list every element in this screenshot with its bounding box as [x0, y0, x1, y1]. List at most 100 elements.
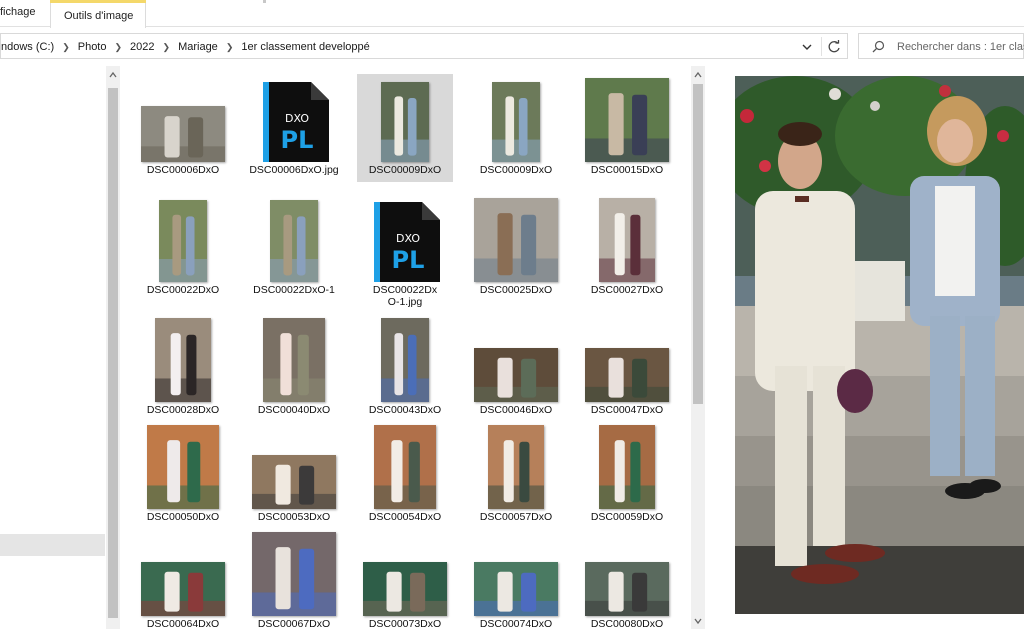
file-item[interactable]: DSC00009DxO — [357, 74, 453, 182]
file-name: DSC00022DxO — [146, 284, 220, 296]
nav-scroll-thumb[interactable] — [108, 88, 118, 618]
file-item[interactable]: DSC00025DxO — [468, 194, 564, 300]
file-item[interactable]: DSC00067DxO — [246, 528, 342, 629]
file-thumbnail — [468, 194, 564, 284]
scroll-up-icon[interactable] — [693, 70, 703, 80]
photo-thumbnail — [492, 82, 540, 162]
search-box[interactable]: Rechercher dans : 1er class — [858, 33, 1024, 59]
grid-scroll-thumb[interactable] — [693, 84, 703, 404]
file-item[interactable]: DSC00028DxO — [135, 314, 231, 420]
file-name: DSC00043DxO — [368, 404, 442, 416]
file-thumbnail — [579, 74, 675, 164]
file-name: DSC00022DxO-1 — [253, 284, 335, 296]
file-item[interactable]: DSC00047DxO — [579, 314, 675, 420]
file-item[interactable]: DSC00046DxO — [468, 314, 564, 420]
photo-thumbnail-image — [155, 318, 211, 402]
ribbon-tab-bar: fichage Outils d'image — [0, 0, 1024, 28]
photo-thumbnail-image — [474, 562, 558, 616]
photo-thumbnail — [374, 425, 436, 509]
file-name: DSC00025DxO — [479, 284, 553, 296]
nav-selected-item[interactable] — [0, 534, 105, 556]
photo-thumbnail — [474, 198, 558, 282]
chevron-right-icon[interactable]: ❯ — [163, 42, 171, 53]
preview-pane — [735, 76, 1024, 614]
file-item[interactable]: DSC00074DxO — [468, 528, 564, 629]
file-thumbnail: DXO PL — [246, 74, 342, 164]
grid-scrollbar[interactable] — [691, 66, 705, 629]
file-name: DSC00022DxO-1.jpg — [372, 284, 438, 308]
file-thumbnail — [135, 194, 231, 284]
photo-thumbnail — [147, 425, 219, 509]
file-name: DSC00053DxO — [257, 511, 331, 523]
photo-thumbnail — [585, 562, 669, 616]
search-input[interactable]: Rechercher dans : 1er class — [897, 41, 1024, 53]
refresh-icon[interactable] — [825, 38, 843, 56]
file-item[interactable]: DSC00073DxO — [357, 528, 453, 629]
breadcrumb-2022[interactable]: 2022 — [130, 41, 154, 53]
file-item[interactable]: DSC00022DxO — [135, 194, 231, 300]
file-item[interactable]: DXO PL DSC00022DxO-1.jpg — [357, 194, 453, 312]
photo-thumbnail — [252, 532, 336, 616]
photo-thumbnail-image — [474, 198, 558, 282]
file-name: DSC00080DxO — [590, 618, 664, 629]
photo-thumbnail-image — [263, 318, 325, 402]
file-item[interactable]: DSC00053DxO — [246, 421, 342, 527]
file-item[interactable]: DSC00059DxO — [579, 421, 675, 527]
file-item[interactable]: DSC00027DxO — [579, 194, 675, 300]
file-name: DSC00006DxO.jpg — [249, 164, 339, 176]
tab-outils-image[interactable]: Outils d'image — [50, 0, 146, 28]
file-thumbnail — [357, 528, 453, 618]
photo-thumbnail — [474, 348, 558, 402]
file-thumbnail — [135, 314, 231, 404]
scroll-down-icon[interactable] — [693, 616, 703, 626]
dxo-photolab-file-icon: DXOPL — [263, 82, 329, 162]
photo-thumbnail — [141, 106, 225, 162]
file-item[interactable]: DSC00080DxO — [579, 528, 675, 629]
address-bar[interactable]: ndows (C:) ❯ Photo ❯ 2022 ❯ Mariage ❯ 1e… — [0, 33, 848, 59]
chevron-right-icon[interactable]: ❯ — [226, 42, 234, 53]
breadcrumb-drive[interactable]: ndows (C:) — [1, 41, 54, 53]
photo-thumbnail — [381, 82, 429, 162]
file-item[interactable]: DSC00040DxO — [246, 314, 342, 420]
nav-scrollbar[interactable] — [106, 66, 120, 629]
chevron-right-icon[interactable]: ❯ — [62, 42, 70, 53]
file-item[interactable]: DSC00043DxO — [357, 314, 453, 420]
file-item[interactable]: DSC00015DxO — [579, 74, 675, 180]
file-item[interactable]: DSC00050DxO — [135, 421, 231, 527]
file-thumbnail — [579, 194, 675, 284]
file-thumbnail: DXO PL — [357, 194, 453, 284]
file-name: DSC00073DxO — [368, 618, 442, 629]
photo-thumbnail — [141, 562, 225, 616]
photo-thumbnail — [474, 562, 558, 616]
address-divider — [821, 37, 822, 56]
breadcrumb-current-folder[interactable]: 1er classement developpé — [241, 41, 369, 53]
file-name: DSC00067DxO — [257, 618, 331, 629]
photo-thumbnail — [599, 198, 655, 282]
file-thumbnail — [135, 421, 231, 511]
file-item[interactable]: DXO PL DSC00006DxO.jpg — [246, 74, 342, 180]
photo-thumbnail-image — [252, 532, 336, 616]
tab-affichage[interactable]: fichage — [0, 6, 35, 18]
file-item[interactable]: DSC00054DxO — [357, 421, 453, 527]
file-name: DSC00006DxO — [146, 164, 220, 176]
chevron-right-icon[interactable]: ❯ — [114, 42, 122, 53]
file-name: DSC00046DxO — [479, 404, 553, 416]
file-item[interactable]: DSC00006DxO — [135, 74, 231, 180]
dxo-badge-bottom: PL — [281, 126, 314, 154]
photo-thumbnail-image — [252, 455, 336, 509]
file-grid: DSC00006DxO DXO PL DSC00006DxO.jpg DSC00009D… — [135, 66, 690, 629]
chevron-down-icon[interactable] — [799, 39, 815, 55]
photo-thumbnail-image — [488, 425, 544, 509]
photo-thumbnail — [488, 425, 544, 509]
breadcrumb-photo[interactable]: Photo — [78, 41, 107, 53]
breadcrumb-mariage[interactable]: Mariage — [178, 41, 218, 53]
file-name: DSC00040DxO — [257, 404, 331, 416]
file-item[interactable]: DSC00057DxO — [468, 421, 564, 527]
file-thumbnail — [357, 314, 453, 404]
file-item[interactable]: DSC00009DxO — [468, 74, 564, 180]
file-item[interactable]: DSC00064DxO — [135, 528, 231, 629]
photo-thumbnail — [263, 318, 325, 402]
file-item[interactable]: DSC00022DxO-1 — [246, 194, 342, 300]
photo-thumbnail-image — [141, 106, 225, 162]
scroll-up-icon[interactable] — [108, 70, 118, 80]
